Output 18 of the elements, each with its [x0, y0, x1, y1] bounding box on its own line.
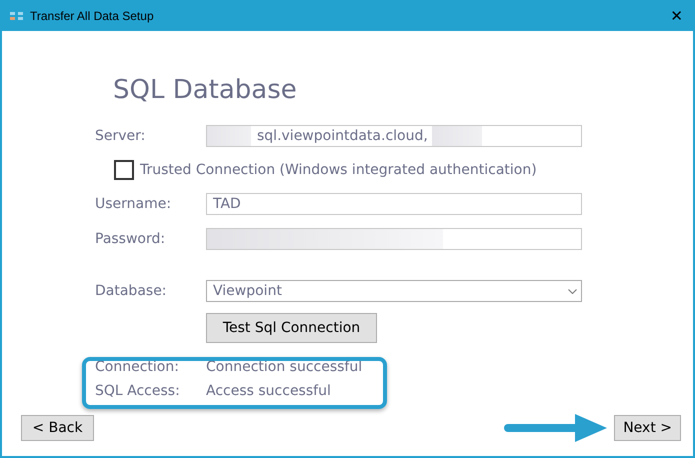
field-label: Server:	[95, 128, 146, 144]
back-button[interactable]: < Back	[21, 415, 94, 441]
result-value: Connection successful	[206, 359, 362, 375]
field-label: Database:	[95, 283, 168, 299]
result-label: Connection:	[95, 359, 180, 375]
field-label: Username:	[95, 196, 172, 212]
database-dropdown[interactable]: Viewpoint	[206, 280, 582, 302]
field-label: Password:	[95, 231, 166, 247]
result-label: SQL Access:	[95, 383, 181, 399]
input-field[interactable]: TAD	[206, 193, 582, 215]
result-value: Access successful	[206, 383, 331, 399]
test-connection-button[interactable]: Test Sql Connection	[206, 313, 377, 343]
next-button[interactable]: Next >	[614, 415, 681, 441]
checkbox-label: Trusted Connection (Windows integrated authentication)	[140, 162, 537, 178]
close-button[interactable]: ✕	[670, 6, 683, 24]
page-heading: SQL Database	[113, 74, 298, 107]
input-field[interactable]: sql.viewpointdata.cloud,	[206, 125, 582, 147]
window-title: Transfer All Data Setup	[30, 8, 155, 22]
